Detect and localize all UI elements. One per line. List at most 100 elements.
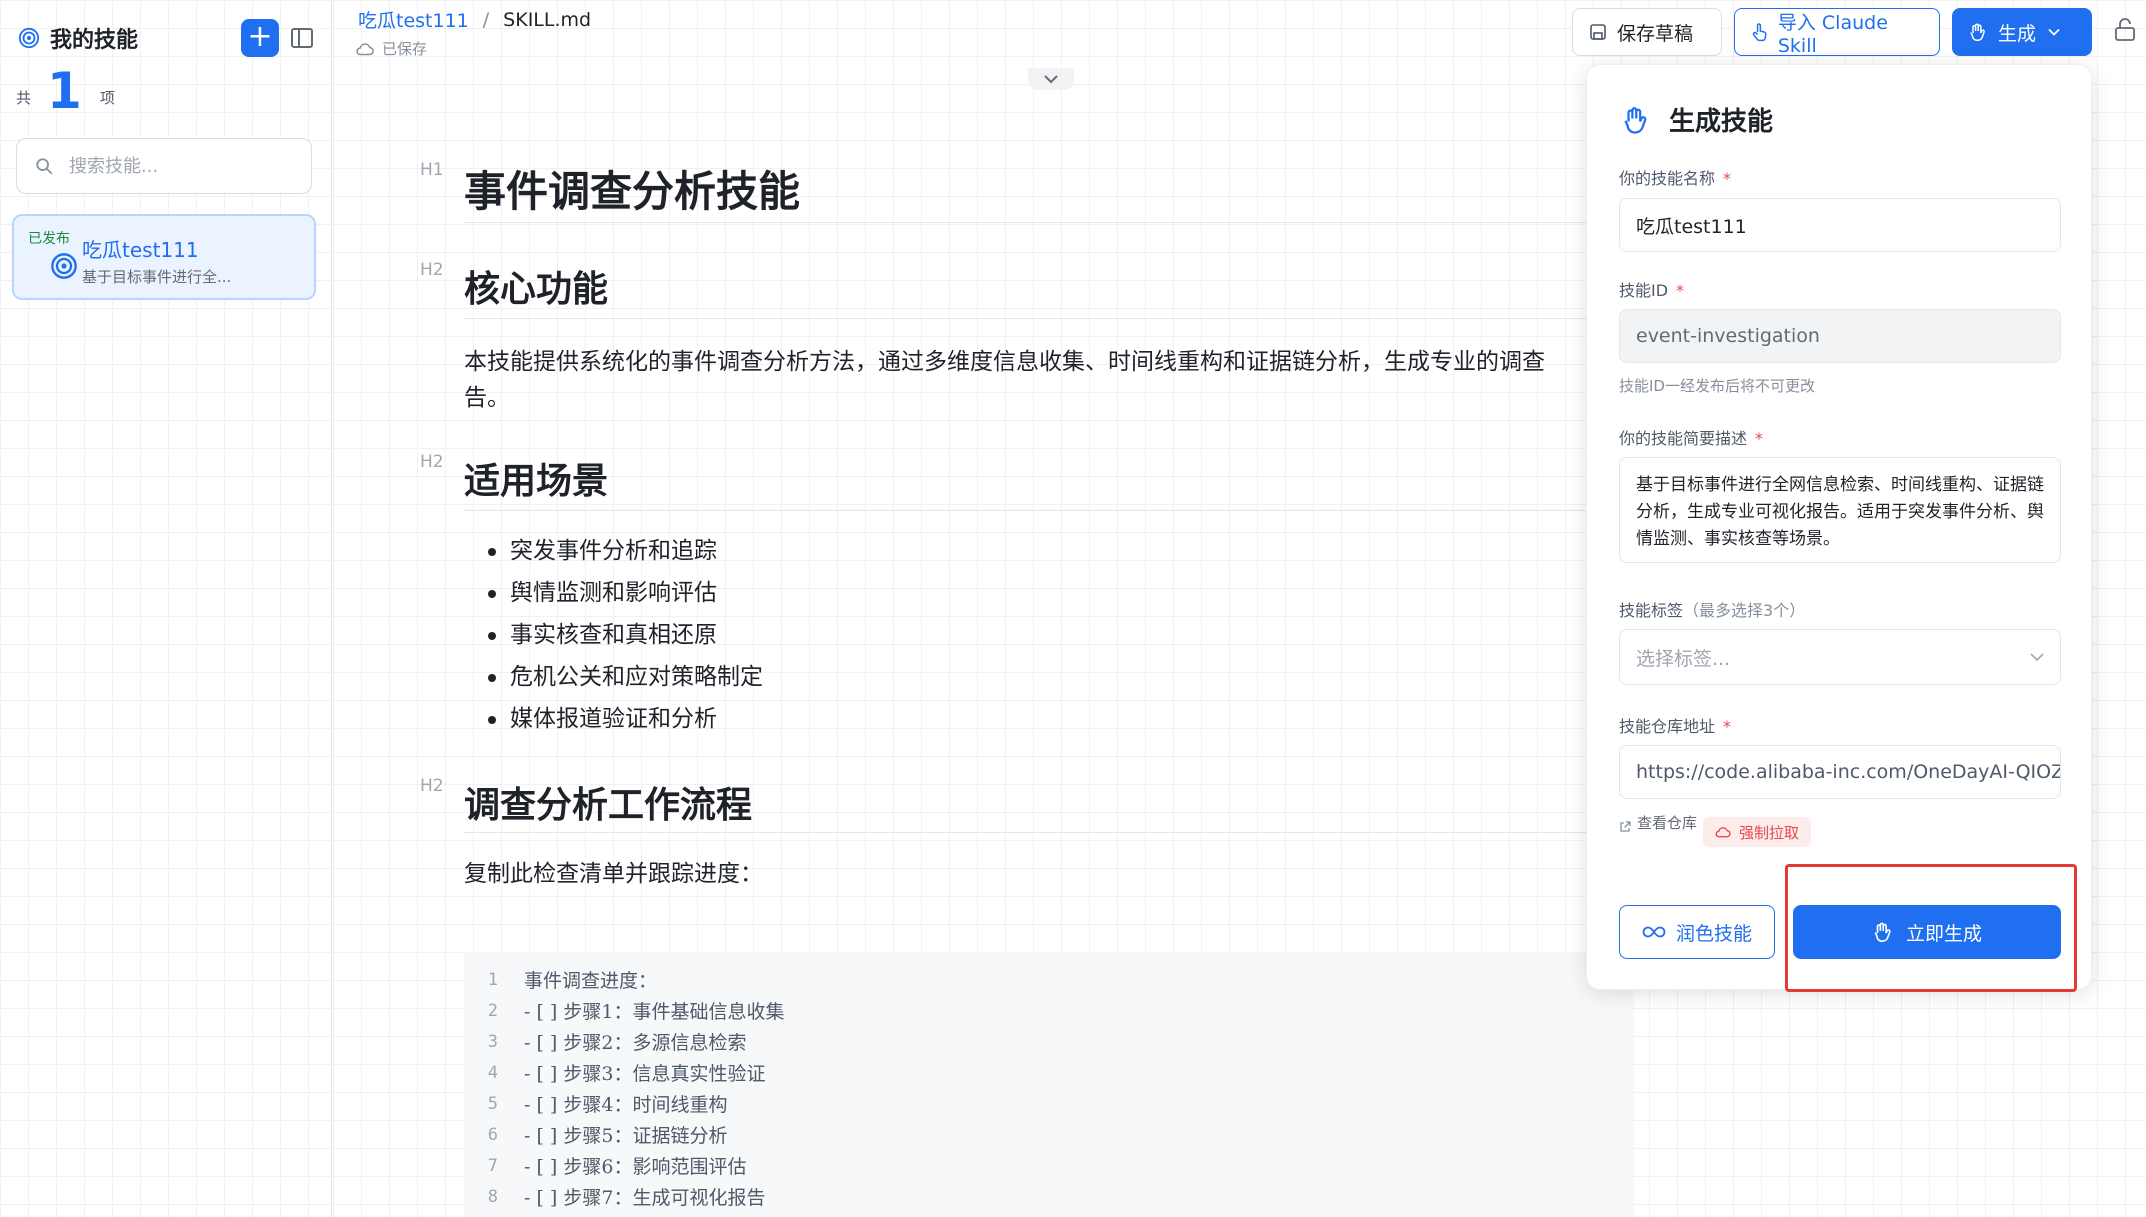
code-line: 5 - [ ] 步骤4：时间线重构 (464, 1088, 728, 1119)
add-skill-button[interactable]: + (241, 19, 279, 57)
import-label: 导入 Claude Skill (1777, 11, 1888, 57)
heading-level-label: H1 (420, 160, 444, 180)
import-claude-skill-button[interactable]: 导入 Claude Skill (1734, 8, 1940, 57)
code-line: 3 - [ ] 步骤2：多源信息检索 (464, 1026, 747, 1057)
breadcrumb-project[interactable]: 吃瓜test111 (358, 6, 469, 33)
force-pull-label: 强制拉取 (1739, 823, 1800, 842)
breadcrumb: 吃瓜test111 / SKILL.md (358, 6, 591, 33)
code-line: 6 - [ ] 步骤5：证据链分析 (464, 1119, 728, 1150)
heading-level-label: H2 (420, 260, 444, 280)
hand-pointer-icon (1752, 23, 1767, 42)
generate-dropdown-button[interactable]: 生成 (1952, 8, 2092, 56)
list-item: 事实核查和真相还原 (488, 614, 763, 656)
save-draft-button[interactable]: 保存草稿 (1572, 8, 1722, 56)
polish-skill-button[interactable]: 润色技能 (1619, 905, 1775, 959)
polish-label: 润色技能 (1675, 922, 1752, 945)
code-text: - [ ] 步骤5：证据链分析 (524, 1125, 728, 1147)
view-repo-label: 查看仓库 (1637, 814, 1698, 832)
line-number: 7 (487, 1155, 498, 1176)
sidebar: 我的技能 + 共 1 项 已发布 吃瓜test111 基于目标事件进行全... (0, 0, 332, 1217)
generate-label: 生成 (1998, 22, 2037, 45)
spiral-logo-icon (18, 27, 40, 49)
code-line: 4 - [ ] 步骤3：信息真实性验证 (464, 1057, 766, 1088)
save-status: 已保存 (356, 38, 427, 59)
required-mark: * (1755, 429, 1764, 448)
scenario-list: 突发事件分析和追踪 舆情监测和影响评估 事实核查和真相还原 危机公关和应对策略制… (488, 530, 763, 740)
search-input[interactable] (69, 155, 289, 177)
cloud-icon (1715, 827, 1731, 838)
published-badge: 已发布 (28, 231, 70, 247)
list-item: 突发事件分析和追踪 (488, 530, 763, 572)
lock-icon[interactable] (2114, 18, 2136, 42)
cloud-icon (356, 42, 374, 55)
section-heading-core: 核心功能 (464, 269, 609, 310)
heading-divider (464, 318, 1594, 319)
highlight-annotation (1785, 864, 2077, 992)
chevron-down-icon (1044, 75, 1058, 84)
label-text: 你的技能名称 (1619, 169, 1716, 188)
section-heading-workflow: 调查分析工作流程 (464, 785, 753, 826)
code-text: - [ ] 步骤6：影响范围评估 (524, 1156, 747, 1178)
spiral-skill-icon (51, 253, 77, 279)
code-line: 2 - [ ] 步骤1：事件基础信息收集 (464, 995, 785, 1026)
heading-divider (464, 510, 1594, 511)
skill-description-textarea[interactable]: 基于目标事件进行全网信息检索、时间线重构、证据链分析，生成专业可视化报告。适用于… (1619, 457, 2061, 563)
code-line: 7 - [ ] 步骤6：影响范围评估 (464, 1150, 747, 1181)
required-mark: * (1676, 281, 1685, 300)
required-mark: * (1723, 717, 1732, 736)
code-text: - [ ] 步骤1：事件基础信息收集 (524, 1001, 785, 1023)
core-paragraph: 本技能提供系统化的事件调查分析方法，通过多维度信息收集、时间线重构和证据链分析，… (464, 344, 1594, 416)
view-repo-link[interactable]: 查看仓库 (1619, 813, 1699, 833)
heading-divider (464, 832, 1594, 833)
chevron-down-icon (2048, 28, 2060, 36)
breadcrumb-separator: / (482, 8, 490, 31)
sidebar-toggle-icon[interactable] (291, 28, 313, 48)
line-number: 6 (487, 1124, 498, 1145)
list-item: 危机公关和应对策略制定 (488, 656, 763, 698)
count-number: 1 (47, 62, 82, 120)
clap-hand-icon (1970, 23, 1985, 42)
list-item: 媒体报道验证和分析 (488, 698, 763, 740)
search-icon (36, 158, 53, 175)
skill-id-input: event-investigation (1619, 309, 2061, 363)
skill-name-input[interactable]: 吃瓜test111 (1619, 198, 2061, 252)
save-draft-label: 保存草稿 (1617, 22, 1694, 45)
line-number: 8 (487, 1186, 498, 1207)
required-mark: * (1723, 169, 1732, 188)
save-icon (1590, 24, 1606, 40)
tags-placeholder: 选择标签... (1636, 647, 1731, 670)
label-text: 技能标签 (1619, 601, 1684, 620)
skill-description-label: 你的技能简要描述 * (1619, 425, 1763, 449)
skill-tags-select[interactable]: 选择标签... (1619, 629, 2061, 685)
chevron-down-icon (2030, 653, 2044, 661)
force-pull-button[interactable]: 强制拉取 (1703, 817, 1812, 847)
breadcrumb-file: SKILL.md (503, 8, 592, 31)
infinity-icon (1642, 926, 1666, 938)
skill-count: 共 1 项 (16, 66, 115, 116)
line-number: 1 (487, 969, 498, 990)
line-number: 2 (487, 1000, 498, 1021)
code-block[interactable]: 1 事件调查进度： 2 - [ ] 步骤1：事件基础信息收集 3 - [ ] 步骤2：… (464, 952, 1634, 1217)
document-title: 事件调查分析技能 (464, 167, 801, 216)
collapse-toolbar-button[interactable] (1028, 68, 1074, 90)
clap-hand-icon (1624, 106, 1647, 134)
skill-list-item[interactable]: 已发布 吃瓜test111 基于目标事件进行全... (12, 214, 316, 300)
label-text: 技能ID (1619, 281, 1669, 300)
skill-id-label: 技能ID * (1619, 277, 1684, 301)
repo-url-label: 技能仓库地址 * (1619, 713, 1731, 737)
label-text: 技能仓库地址 (1619, 717, 1716, 736)
save-status-text: 已保存 (382, 40, 428, 58)
code-text: 事件调查进度： (524, 970, 658, 992)
repo-url-input[interactable]: https://code.alibaba-inc.com/OneDayAI-QI… (1619, 745, 2061, 799)
tags-hint: （最多选择3个） (1683, 601, 1806, 620)
panel-title-text: 生成技能 (1669, 107, 1774, 137)
heading-level-label: H2 (420, 452, 444, 472)
line-number: 3 (487, 1031, 498, 1052)
section-heading-scenarios: 适用场景 (464, 461, 609, 502)
code-text: - [ ] 步骤2：多源信息检索 (524, 1032, 747, 1054)
sidebar-header: 我的技能 + (18, 14, 313, 62)
count-prefix: 共 (16, 89, 32, 107)
generate-skill-panel: 生成技能 你的技能名称 * 吃瓜test111 技能ID * event-inves… (1586, 64, 2092, 990)
skill-search[interactable] (16, 138, 312, 194)
line-number: 4 (487, 1062, 498, 1083)
